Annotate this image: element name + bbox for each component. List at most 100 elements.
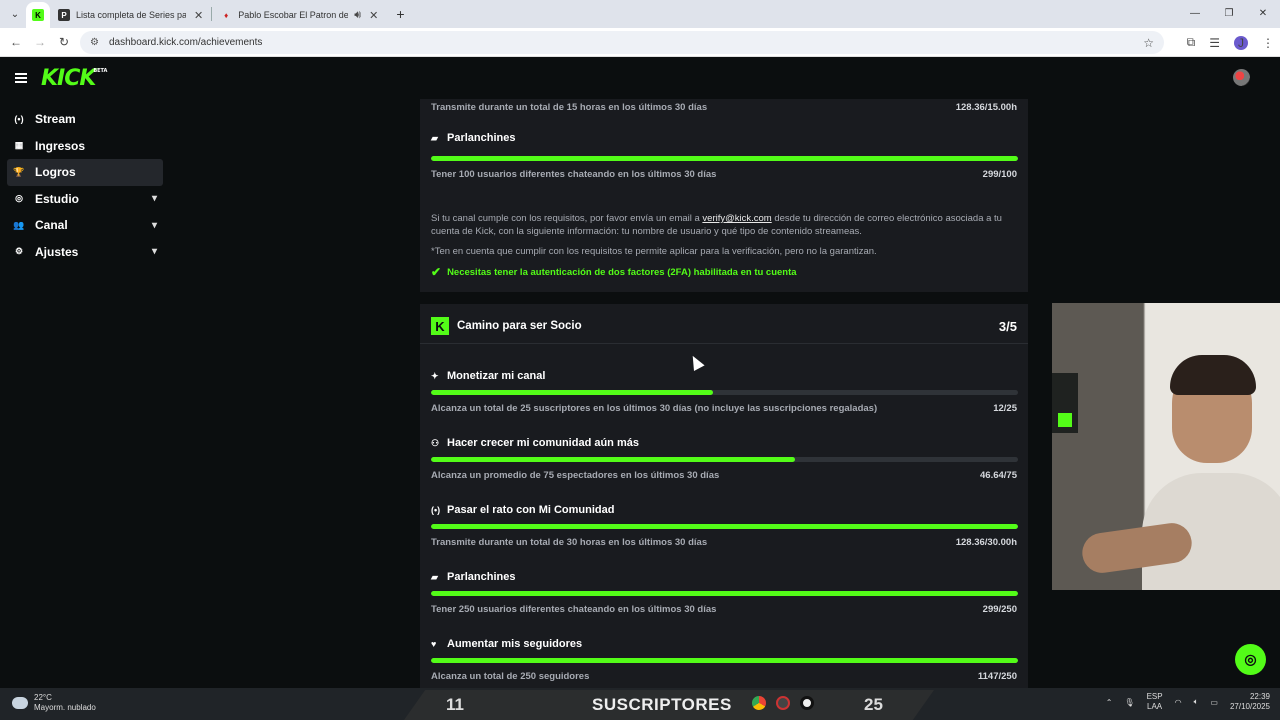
chevron-down-icon[interactable]: ▾ [152,246,157,257]
microphone-icon[interactable]: 🎙︎ [1124,698,1134,707]
wifi-icon[interactable]: ◠ [1175,698,1182,707]
sidebar-item-label: Ingresos [35,138,86,153]
sidebar-item-stream[interactable]: (•) Stream [7,106,163,133]
weather-text: 22°C Mayorm. nublado [34,693,96,713]
support-chat-button[interactable]: ◎ [1235,644,1266,675]
minimize-icon[interactable]: — [1178,0,1212,28]
hamburger-menu-icon[interactable] [15,71,27,85]
subscriber-label: SUSCRIPTORES [592,695,732,714]
broadcast-icon: (•) [431,505,441,515]
achievement-title-text: Parlanchines [447,571,516,583]
weather-widget[interactable]: 22°C Mayorm. nublado [12,693,96,713]
close-icon[interactable]: ✕ [194,9,203,22]
achievement-row: Alcanza un total de 250 seguidores 1147/2… [431,671,1017,682]
sidebar-item-estudio[interactable]: ◎ Estudio ▾ [7,186,163,213]
reading-list-icon[interactable]: ☰ [1209,36,1220,50]
kick-logo[interactable]: KICK BETA [41,65,107,91]
profile-avatar[interactable]: J [1234,35,1248,50]
browser-menu-icon[interactable]: ⋮ [1262,36,1274,50]
tab-search-icon[interactable]: ⌄ [4,3,26,25]
community-icon: ⚇ [431,437,440,448]
window-controls: — ❐ ✕ [1178,0,1280,28]
url-input[interactable]: ⚙ dashboard.kick.com/achievements ☆ [80,31,1164,54]
tab-pablo-escobar[interactable]: ♦ Pablo Escobar El Patron del 🔊︎ ✕ [212,2,386,28]
achievement-row: Alcanza un promedio de 75 espectadores e… [431,470,1017,481]
progress-bar [431,591,1018,596]
tab-series[interactable]: P Lista completa de Series pagin ✕ [50,2,211,28]
tab-title: Lista completa de Series pagin [76,10,186,20]
achievement-row: Tener 100 usuarios diferentes chateando … [431,169,1017,180]
users-icon: 👥 [13,219,25,230]
volume-icon[interactable]: 🔈︎ [1194,697,1199,707]
user-avatar[interactable] [1233,69,1250,86]
studio-icon: ◎ [15,193,23,204]
language-indicator[interactable]: ESP LAA [1147,692,1163,712]
sidebar-item-label: Estudio [35,191,79,206]
lang-secondary: LAA [1147,702,1163,711]
clock[interactable]: 22:39 27/10/2025 [1230,692,1270,712]
cloud-icon [12,697,28,709]
subscriber-goal: 25 [864,695,883,714]
sidebar-item-ajustes[interactable]: ⚙ Ajustes ▾ [7,239,163,266]
achievement-row: Tener 250 usuarios diferentes chateando … [431,604,1017,615]
new-tab-icon[interactable]: + [396,6,404,22]
speaker-icon[interactable]: 🔊︎ [354,9,361,22]
obs-icon[interactable] [800,696,814,710]
heart-icon: ♥ [431,639,437,649]
chevron-down-icon[interactable]: ▾ [152,220,157,231]
logo-text: KICK [41,65,96,91]
achievement-desc: Transmite durante un total de 30 horas e… [431,537,708,548]
app-icon[interactable] [776,696,790,710]
sidebar-item-label: Stream [35,112,76,127]
restore-icon[interactable]: ❐ [1212,0,1246,28]
overlay-app-icons [752,696,814,710]
sidebar-item-logros[interactable]: 🏆 Logros [7,159,163,186]
achievement-desc: Transmite durante un total de 15 horas e… [431,102,708,113]
achievement-value: 128.36/15.00h [955,102,1017,113]
chrome-icon[interactable] [752,696,766,710]
system-tray: ⌃ 🎙︎ ESP LAA ◠ 🔈︎ ▭ 22:39 27/10/2025 [1106,692,1270,712]
sidebar-item-canal[interactable]: 👥 Canal ▾ [7,212,163,239]
back-icon[interactable]: ← [4,35,28,49]
progress-bar [431,390,1018,395]
url-text: dashboard.kick.com/achievements [108,37,263,48]
progress-fill [431,591,1018,596]
achievement-title-text: Pasar el rato con Mi Comunidad [447,504,615,516]
achievement-title-text: Monetizar mi canal [447,370,546,382]
site-info-icon[interactable]: ⚙ [90,37,99,48]
chevron-up-icon[interactable]: ⌃ [1106,698,1113,707]
p-favicon-icon: P [58,9,70,21]
chevron-down-icon[interactable]: ▾ [152,193,157,204]
progress-bar [431,524,1018,529]
tab-kick[interactable]: K [26,2,50,28]
close-icon[interactable]: ✕ [369,9,378,22]
bookmark-star-icon[interactable]: ☆ [1143,36,1154,50]
achievement-value: 299/100 [982,169,1017,180]
progress-fill [431,156,1018,161]
achievement-title: ✦ Monetizar mi canal [431,370,545,382]
achievement-title: ▰ Parlanchines [431,571,515,583]
verification-note: *Ten en cuenta que cumplir con los requi… [431,246,877,257]
achievement-value: 128.36/30.00h [955,537,1017,548]
temperature: 22°C [34,693,52,702]
sidebar-item-ingresos[interactable]: ▦ Ingresos [7,133,163,160]
chat-bubble-icon: ◎ [1244,651,1257,667]
divider [420,343,1028,344]
forward-icon[interactable]: → [28,35,52,49]
beta-badge: BETA [93,67,108,74]
webcam-overlay [1052,303,1280,590]
kick-favicon-icon: K [32,9,44,21]
window-close-icon[interactable]: ✕ [1246,0,1280,28]
achievement-value: 46.64/75 [980,470,1017,481]
gear-icon: ⚙ [14,246,24,257]
extensions-icon[interactable]: ⧉ [1187,35,1196,50]
partner-header: K Camino para ser Socio 3/5 [431,317,1017,335]
battery-icon[interactable]: ▭ [1210,698,1218,707]
email-link[interactable]: verify@kick.com [702,213,771,224]
progress-fill [431,524,1018,529]
sidebar-item-label: Logros [35,165,76,180]
progress-bar [431,658,1018,663]
reload-icon[interactable]: ↻ [52,35,76,49]
lang-primary: ESP [1146,692,1163,701]
chat-icon: ▰ [431,132,438,143]
